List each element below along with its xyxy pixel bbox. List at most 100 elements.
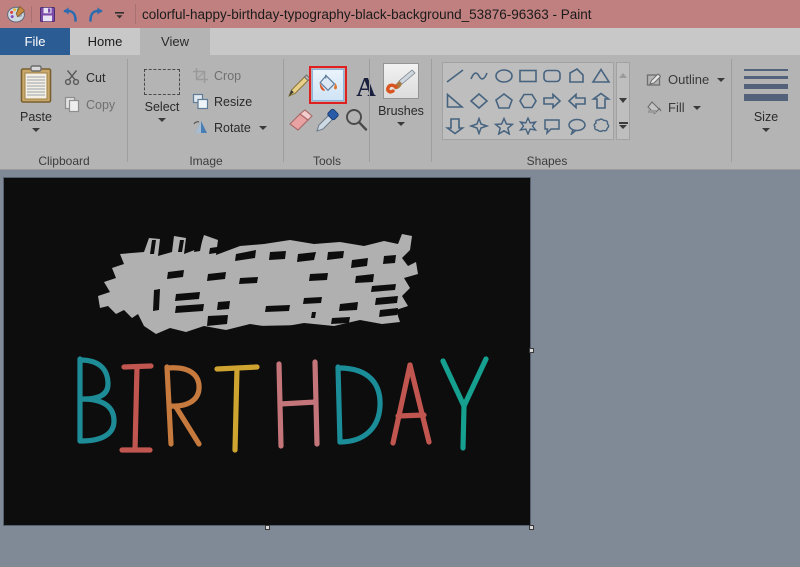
letter-H	[279, 362, 317, 446]
rectangle-shape[interactable]	[516, 63, 540, 88]
copy-icon	[64, 96, 81, 113]
pentagon-shape[interactable]	[492, 88, 516, 113]
six-point-star-shape[interactable]	[516, 114, 540, 139]
title-bar: colorful-happy-birthday-typography-black…	[0, 0, 800, 28]
paste-dropdown-arrow[interactable]	[32, 128, 40, 132]
shapes-scrollbar[interactable]	[616, 62, 630, 140]
selection-rectangle-icon	[144, 69, 180, 95]
brushes-dropdown-arrow[interactable]	[397, 122, 405, 126]
resize-label: Resize	[214, 95, 252, 109]
eraser-icon[interactable]	[287, 107, 313, 133]
crop-label: Crop	[214, 69, 241, 83]
tab-home[interactable]: Home	[70, 28, 140, 55]
letter-A	[393, 365, 429, 443]
select-button[interactable]: Select	[138, 61, 186, 153]
fill-dropdown-arrow[interactable]	[693, 106, 701, 110]
floppy-disk-icon[interactable]	[35, 2, 59, 26]
size-dropdown-arrow[interactable]	[762, 128, 770, 132]
right-triangle-shape[interactable]	[443, 88, 467, 113]
curve-shape[interactable]	[467, 63, 491, 88]
more-shapes-arrow-icon[interactable]	[619, 122, 628, 129]
letter-D	[338, 367, 380, 442]
rotate-label: Rotate	[214, 121, 251, 135]
chevron-down-icon[interactable]	[107, 2, 131, 26]
ribbon-group-size: Size	[732, 55, 800, 170]
brushes-button[interactable]: Brushes	[376, 60, 426, 155]
polygon-shape[interactable]	[564, 63, 588, 88]
undo-arrow-icon[interactable]	[59, 2, 83, 26]
image-canvas[interactable]	[3, 177, 531, 526]
ribbon: Paste Cut Copy Clip	[0, 55, 800, 170]
fill-bucket-icon	[646, 99, 663, 116]
image-group-label: Image	[128, 154, 284, 168]
resize-icon	[192, 93, 209, 110]
scroll-up-arrow-icon[interactable]	[619, 73, 627, 78]
bottom-right-handle[interactable]	[529, 525, 534, 530]
outline-pencil-icon	[646, 71, 663, 88]
ribbon-group-shapes: Outline Fill Shapes	[432, 55, 732, 170]
size-button[interactable]: Size	[739, 61, 793, 157]
ribbon-tab-strip: File Home View	[0, 28, 800, 55]
line-shape[interactable]	[443, 63, 467, 88]
fill-button[interactable]: Fill	[646, 99, 701, 116]
right-arrow-shape[interactable]	[540, 88, 564, 113]
ribbon-group-tools: A Tools	[284, 55, 370, 170]
letter-T	[217, 367, 257, 450]
letter-B	[80, 359, 114, 441]
paintbrush-icon	[383, 63, 419, 99]
rotate-button[interactable]: Rotate	[192, 119, 267, 136]
select-label: Select	[145, 100, 180, 114]
crop-icon	[192, 67, 209, 84]
redo-arrow-icon[interactable]	[83, 2, 107, 26]
ribbon-group-image: Select Crop Resize	[128, 55, 284, 170]
shapes-group-label: Shapes	[432, 154, 662, 168]
title-separator	[135, 4, 136, 24]
rounded-callout-shape[interactable]	[540, 114, 564, 139]
down-arrow-shape[interactable]	[443, 114, 467, 139]
paste-button[interactable]: Paste	[10, 60, 62, 152]
outline-label: Outline	[668, 72, 709, 87]
rotate-icon	[192, 119, 209, 136]
scissors-icon	[64, 69, 81, 86]
scroll-down-arrow-icon[interactable]	[619, 98, 627, 103]
magnifier-icon[interactable]	[343, 107, 369, 133]
fill-tool-highlight-box	[309, 66, 347, 104]
four-point-star-shape[interactable]	[467, 114, 491, 139]
bottom-center-handle[interactable]	[265, 525, 270, 530]
line-size-icon	[744, 69, 788, 101]
diamond-shape[interactable]	[467, 88, 491, 113]
resize-button[interactable]: Resize	[192, 93, 252, 110]
cut-button[interactable]: Cut	[64, 69, 105, 86]
letter-I	[122, 366, 151, 450]
clipboard-group-label: Clipboard	[0, 154, 128, 168]
hexagon-shape[interactable]	[516, 88, 540, 113]
fill-label: Fill	[668, 100, 685, 115]
select-dropdown-arrow[interactable]	[158, 118, 166, 122]
copy-button[interactable]: Copy	[64, 96, 115, 113]
rounded-rectangle-shape[interactable]	[540, 63, 564, 88]
tools-group-label: Tools	[284, 154, 370, 168]
cut-label: Cut	[86, 71, 105, 85]
copy-label: Copy	[86, 98, 115, 112]
canvas-workspace[interactable]	[0, 171, 800, 567]
outline-button[interactable]: Outline	[646, 71, 725, 88]
oval-shape[interactable]	[492, 63, 516, 88]
paint-palette-icon[interactable]	[4, 2, 28, 26]
cloud-callout-shape[interactable]	[589, 114, 613, 139]
right-middle-handle[interactable]	[529, 348, 534, 353]
birthday-lettering	[4, 178, 531, 526]
shapes-gallery[interactable]	[442, 62, 614, 140]
outline-dropdown-arrow[interactable]	[717, 78, 725, 82]
tab-file[interactable]: File	[0, 28, 70, 55]
letter-R	[167, 367, 199, 444]
brushes-label: Brushes	[378, 104, 424, 118]
up-arrow-shape[interactable]	[589, 88, 613, 113]
five-point-star-shape[interactable]	[492, 114, 516, 139]
crop-button[interactable]: Crop	[192, 67, 241, 84]
triangle-shape[interactable]	[589, 63, 613, 88]
left-arrow-shape[interactable]	[564, 88, 588, 113]
rotate-dropdown-arrow[interactable]	[259, 126, 267, 130]
oval-callout-shape[interactable]	[564, 114, 588, 139]
tab-view[interactable]: View	[140, 28, 210, 55]
eyedropper-icon[interactable]	[315, 107, 341, 133]
